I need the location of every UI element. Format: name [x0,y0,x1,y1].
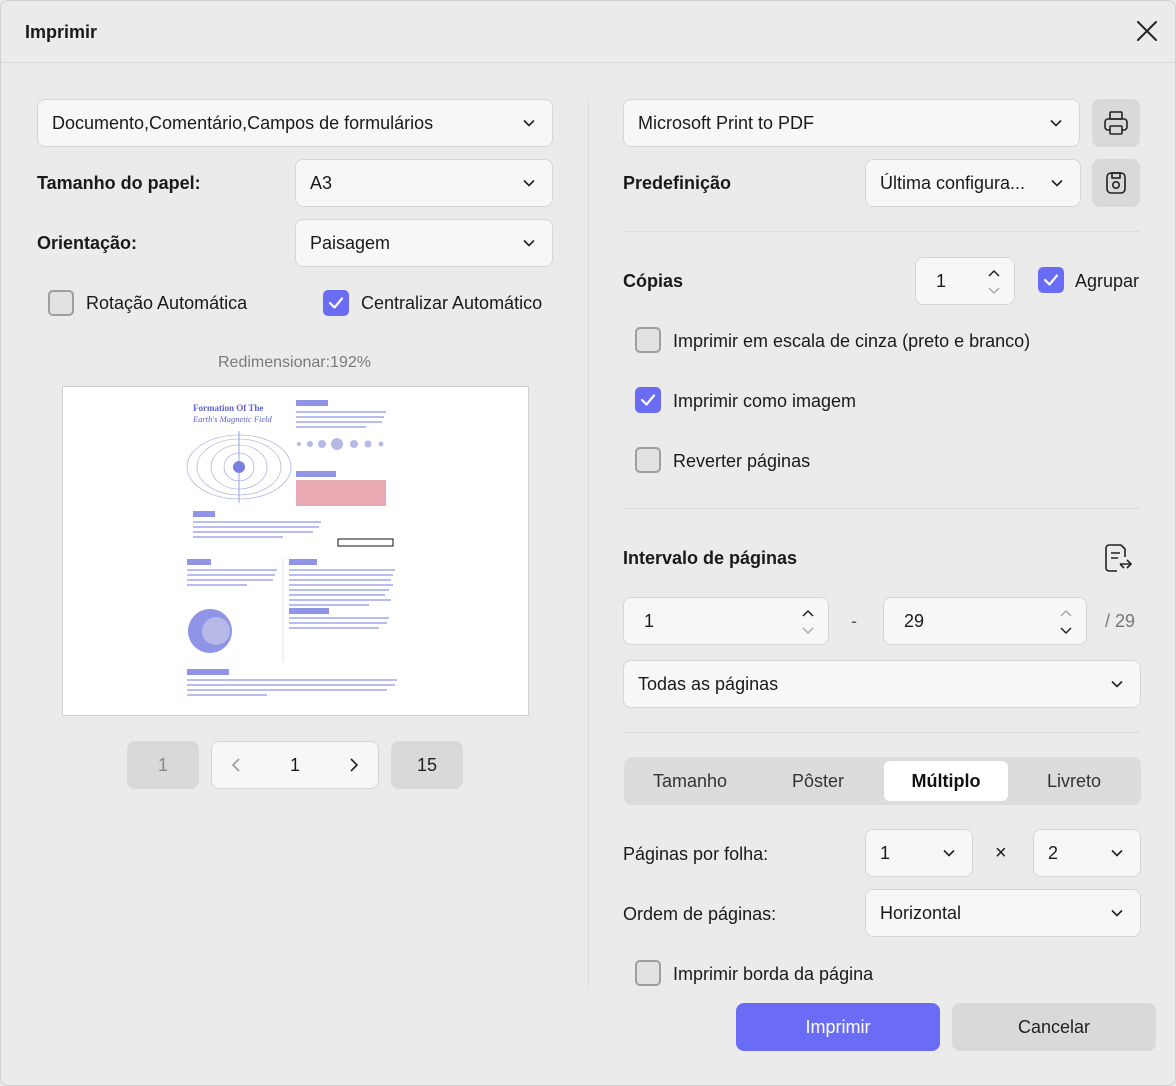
print-preview: Formation Of The Earth's Magnetic Field [62,386,529,716]
pages-per-sheet-rows-value: 2 [1048,842,1059,863]
copies-value: 1 [936,270,947,291]
paper-size-value: A3 [310,172,333,193]
preview-title-1: Formation Of The [193,403,263,413]
chevron-down-icon [1111,849,1123,857]
page-order-select[interactable]: Horizontal [865,889,1141,937]
range-separator: - [851,611,857,631]
grayscale-checkbox[interactable] [635,327,661,353]
chevron-down-icon [523,119,535,127]
section-divider [624,732,1140,733]
tab-multiple[interactable]: Múltiplo [884,761,1008,801]
grayscale-label: Imprimir em escala de cinza (preto e bra… [673,331,1031,351]
preview-title-2: Earth's Magnetic Field [192,414,273,424]
current-page[interactable]: 1 [290,755,300,776]
pages-per-sheet-label: Páginas por folha: [623,844,769,864]
orientation-label: Orientação: [37,233,138,253]
title-bar: Imprimir [1,1,1175,63]
close-icon[interactable] [1134,18,1160,44]
copies-label: Cópias [623,271,684,291]
auto-center-label: Centralizar Automático [361,293,543,313]
print-as-image-label: Imprimir como imagem [673,391,857,411]
tab-size[interactable]: Tamanho [628,761,752,801]
page-order-label: Ordem de páginas: [623,904,777,924]
page-range-swap-icon[interactable] [1103,542,1133,574]
chevron-down-icon [1111,909,1123,917]
collate-label: Agrupar [1075,271,1140,291]
tab-booklet[interactable]: Livreto [1012,761,1136,801]
preset-value: Última configura... [880,172,1026,193]
printer-properties-button[interactable] [1092,99,1140,147]
range-to-value: 29 [904,610,925,631]
dialog-title: Imprimir [25,22,98,42]
pages-per-sheet-cols-select[interactable]: 1 [865,829,973,877]
chevron-down-icon [523,179,535,187]
preset-label: Predefinição [623,173,732,193]
resize-text: Redimensionar:192% [218,354,371,371]
print-as-image-checkbox[interactable] [635,387,661,413]
chevron-down-icon [1051,179,1063,187]
range-to-stepper[interactable]: 29 [883,597,1087,645]
chevron-down-icon [1111,680,1123,688]
preview-page-illustration: Formation Of The Earth's Magnetic Field [186,400,397,696]
paper-size-select[interactable]: A3 [295,159,553,207]
layout-tabs: Tamanho Pôster Múltiplo Livreto [624,757,1141,805]
chevron-down-icon [1050,119,1062,127]
print-border-label: Imprimir borda da página [673,964,874,984]
range-total: / 29 [1105,611,1136,631]
stepper-arrows-icon[interactable] [802,606,814,636]
page-navigator: 1 [211,741,379,789]
section-divider [624,508,1140,509]
orientation-select[interactable]: Paisagem [295,219,553,267]
save-preset-button[interactable] [1092,159,1140,207]
checkmark-icon [328,297,344,309]
page-order-value: Horizontal [880,902,962,923]
reverse-pages-label: Reverter páginas [673,451,811,471]
paper-size-label: Tamanho do papel: [37,173,201,193]
page-range-label: Intervalo de páginas [623,548,798,568]
auto-center-checkbox[interactable] [323,290,349,316]
page-subset-value: Todas as páginas [638,673,779,694]
range-from-value: 1 [644,610,655,631]
printer-icon [1104,111,1128,135]
auto-rotate-label: Rotação Automática [86,293,248,313]
times-sign: × [995,842,1007,864]
print-button[interactable]: Imprimir [736,1003,940,1051]
tab-poster[interactable]: Pôster [756,761,880,801]
cancel-button[interactable]: Cancelar [952,1003,1156,1051]
page-subset-select[interactable]: Todas as páginas [623,660,1141,708]
content-select[interactable]: Documento,Comentário,Campos de formulári… [37,99,553,147]
checkmark-icon [1043,274,1059,286]
print-border-checkbox[interactable] [635,960,661,986]
stepper-arrows-icon[interactable] [1060,606,1072,636]
pages-per-sheet-cols-value: 1 [880,842,891,863]
printer-value: Microsoft Print to PDF [638,112,815,133]
printer-select[interactable]: Microsoft Print to PDF [623,99,1080,147]
save-icon [1106,172,1126,194]
chevron-down-icon [523,239,535,247]
stepper-arrows-icon[interactable] [988,266,1000,296]
chevron-right-icon[interactable] [348,757,360,773]
checkmark-icon [640,394,656,406]
chevron-left-icon[interactable] [230,757,242,773]
collate-checkbox[interactable] [1038,267,1064,293]
pages-per-sheet-rows-select[interactable]: 2 [1033,829,1141,877]
last-page-button[interactable]: 15 [391,741,463,789]
column-divider [588,99,589,987]
preset-select[interactable]: Última configura... [865,159,1081,207]
first-page-button[interactable]: 1 [127,741,199,789]
orientation-value: Paisagem [310,232,391,253]
copies-stepper[interactable]: 1 [915,257,1015,305]
range-from-stepper[interactable]: 1 [623,597,829,645]
content-select-value: Documento,Comentário,Campos de formulári… [52,112,434,133]
print-dialog: Imprimir Documento,Comentário,Campos de … [0,0,1176,1086]
section-divider [624,231,1140,232]
reverse-pages-checkbox[interactable] [635,447,661,473]
auto-rotate-checkbox[interactable] [48,290,74,316]
chevron-down-icon [943,849,955,857]
